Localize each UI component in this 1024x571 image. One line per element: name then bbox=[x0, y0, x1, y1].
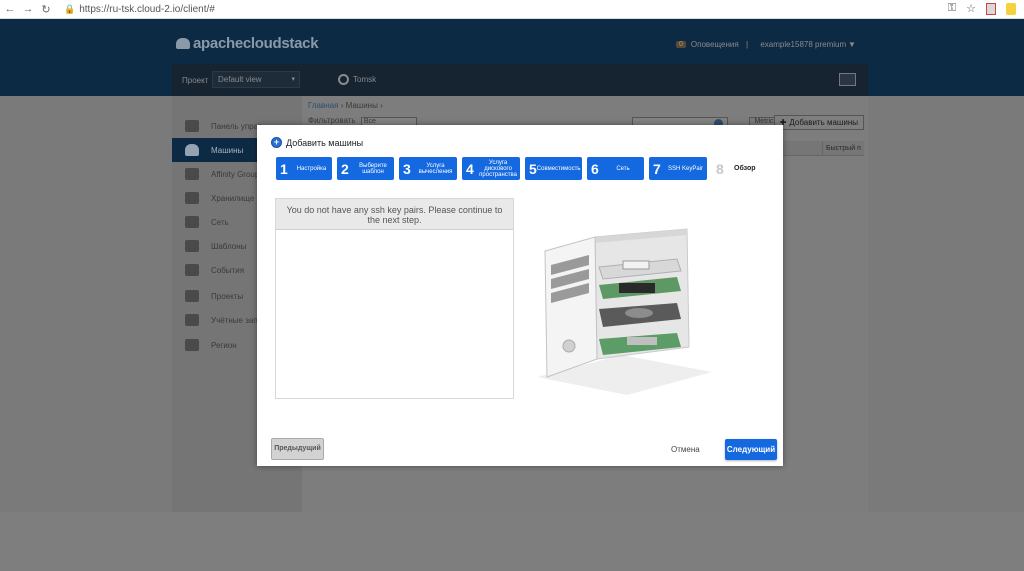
logo: apachecloudstack bbox=[176, 35, 319, 52]
back-icon[interactable]: ← bbox=[2, 3, 18, 15]
notifications[interactable]: 0 Оповещения bbox=[676, 40, 739, 49]
breadcrumb: Главная › Машины › bbox=[308, 101, 383, 110]
notifications-count: 0 bbox=[676, 41, 686, 48]
events-icon bbox=[185, 264, 199, 276]
templates-icon bbox=[185, 240, 199, 252]
step-ssh-keypair[interactable]: 7 SSH KeyPair bbox=[649, 157, 707, 180]
browser-toolbar: ← → ↻ 🔒 https://ru-tsk.cloud-2.io/client… bbox=[0, 0, 1024, 19]
address-bar[interactable]: https://ru-tsk.cloud-2.io/client/# bbox=[79, 4, 215, 15]
plus-circle-icon: + bbox=[271, 137, 282, 148]
zone-label: Tomsk bbox=[353, 75, 377, 84]
step-setup[interactable]: 1 Настройка bbox=[276, 157, 332, 180]
wizard-title: + Добавить машины bbox=[271, 137, 363, 148]
id-card-icon[interactable] bbox=[839, 73, 856, 86]
project-bar: Проект Default view ▾ Tomsk bbox=[172, 64, 868, 96]
user-menu[interactable]: | example15878 premium bbox=[746, 40, 846, 49]
chevron-down-icon[interactable]: ▼ bbox=[848, 40, 856, 49]
affinity-icon bbox=[185, 168, 199, 180]
step-select-template[interactable]: 2 Выберите шаблон bbox=[337, 157, 394, 180]
key-icon[interactable]: ⚿ bbox=[948, 2, 956, 15]
network-icon bbox=[185, 216, 199, 228]
yandex-extension-icon[interactable] bbox=[1006, 2, 1016, 15]
breadcrumb-home[interactable]: Главная bbox=[308, 101, 338, 110]
project-label: Проект bbox=[182, 76, 209, 85]
cloud-icon bbox=[185, 144, 199, 156]
star-icon[interactable]: ☆ bbox=[966, 2, 976, 15]
projects-icon bbox=[185, 290, 199, 302]
lock-icon: 🔒 bbox=[64, 3, 76, 14]
ssh-keypair-list: You do not have any ssh key pairs. Pleas… bbox=[275, 198, 514, 399]
previous-button[interactable]: Предыдущий bbox=[271, 438, 324, 460]
step-network[interactable]: 6 Сеть bbox=[587, 157, 644, 180]
quick-view-column: Быстрый п bbox=[822, 141, 864, 156]
region-icon bbox=[185, 339, 199, 351]
filter-label: Фильтровать bbox=[308, 116, 356, 125]
globe-icon bbox=[338, 74, 349, 85]
empty-message: You do not have any ssh key pairs. Pleas… bbox=[276, 199, 513, 230]
project-select[interactable]: Default view ▾ bbox=[212, 71, 300, 88]
dashboard-icon bbox=[185, 120, 199, 132]
zone-indicator[interactable]: Tomsk bbox=[338, 74, 376, 85]
footer bbox=[0, 512, 1024, 571]
accounts-icon bbox=[185, 314, 199, 326]
forward-icon[interactable]: → bbox=[20, 3, 36, 15]
header-separator: | bbox=[746, 40, 749, 49]
chevron-down-icon: ▾ bbox=[291, 76, 295, 83]
cloud-logo-icon bbox=[176, 38, 190, 49]
reload-icon[interactable]: ↻ bbox=[38, 3, 54, 16]
step-compute-offering[interactable]: 3 Услуга вычесления bbox=[399, 157, 457, 180]
server-illustration bbox=[537, 228, 712, 395]
step-affinity[interactable]: 5 Совместимость bbox=[525, 157, 582, 180]
step-disk-offering[interactable]: 4 Услуга дискового пространства bbox=[462, 157, 520, 180]
storage-icon bbox=[185, 192, 199, 204]
pdf-extension-icon[interactable] bbox=[986, 2, 996, 15]
next-button[interactable]: Следующий bbox=[725, 439, 777, 460]
add-instance-button[interactable]: ✚ Добавить машины bbox=[773, 115, 864, 130]
user-label: example15878 premium bbox=[760, 40, 847, 49]
notifications-label: Оповещения bbox=[690, 40, 739, 49]
cancel-button[interactable]: Отмена bbox=[671, 445, 700, 454]
breadcrumb-current: Машины bbox=[345, 101, 378, 110]
add-instance-wizard: + Добавить машины 1 Настройка 2 Выберите ш… bbox=[257, 125, 783, 466]
step-review[interactable]: 8 Обзор bbox=[712, 157, 772, 180]
